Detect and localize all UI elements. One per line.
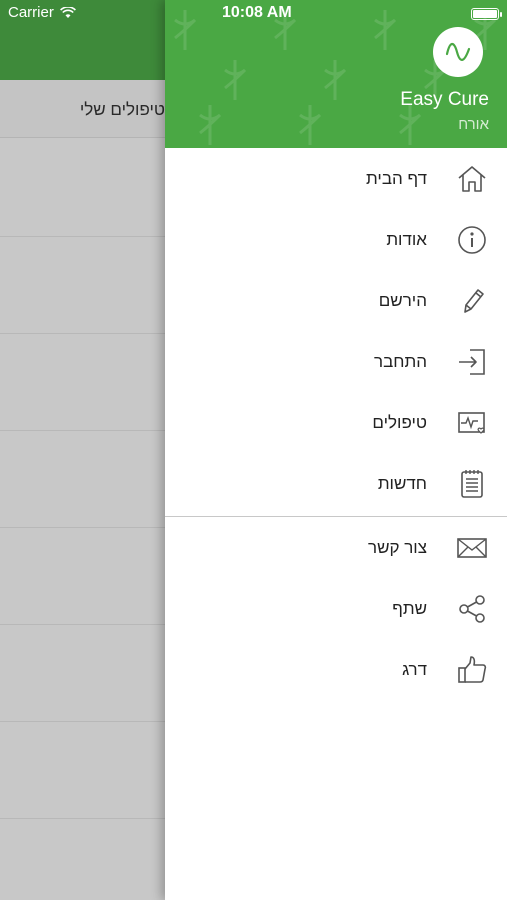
menu-item-home[interactable]: דף הבית [165,148,507,209]
envelope-icon [455,531,489,565]
menu-item-news[interactable]: חדשות [165,453,507,514]
menu-item-share[interactable]: שתף [165,578,507,639]
side-drawer: 10:08 AM Easy Cure אורח דף הבית אודות הי… [165,0,507,900]
menu-item-label: חדשות [377,473,427,493]
share-icon [455,592,489,626]
battery-icon [471,8,502,20]
health-monitor-icon [455,406,489,440]
menu-item-rate[interactable]: דרג [165,639,507,700]
background-list-row [0,237,165,334]
menu-item-label: דרג [402,659,427,679]
background-list-row [0,431,165,528]
menu-item-label: אודות [386,229,427,249]
menu-item-register[interactable]: הירשם [165,270,507,331]
pencil-icon [455,284,489,318]
drawer-header: 10:08 AM Easy Cure אורח [165,0,507,148]
thumbs-up-icon [455,653,489,687]
app-name: Easy Cure [400,89,489,110]
home-icon [455,162,489,196]
menu-item-label: שתף [392,598,427,618]
background-list-row [0,625,165,722]
menu-item-label: הירשם [378,290,427,310]
menu-item-label: דף הבית [366,168,427,188]
carrier-label: Carrier [8,4,54,21]
status-bar-left: Carrier [8,4,76,21]
background-list-row [0,722,165,819]
menu-item-label: צור קשר [367,537,427,557]
background-list-row [0,334,165,431]
menu-item-label: טיפולים [372,412,427,432]
user-name: אורח [458,116,489,133]
login-icon [455,345,489,379]
background-list-row [0,819,165,900]
menu-item-login[interactable]: התחבר [165,331,507,392]
info-icon [455,223,489,257]
menu-item-label: התחבר [374,351,427,371]
menu-item-contact[interactable]: צור קשר [165,517,507,578]
menu-item-about[interactable]: אודות [165,209,507,270]
status-time: 10:08 AM [222,4,292,21]
app-logo [433,27,483,77]
wifi-icon [59,6,76,18]
background-list-row [0,140,165,237]
background-subbar-title: טיפולים שלי [79,100,165,119]
notepad-icon [455,467,489,501]
menu-item-treatments[interactable]: טיפולים [165,392,507,453]
background-list-row [0,528,165,625]
sine-wave-icon [445,42,471,61]
drawer-menu: דף הבית אודות הירשם התחבר טיפולים חדשות … [165,148,507,700]
